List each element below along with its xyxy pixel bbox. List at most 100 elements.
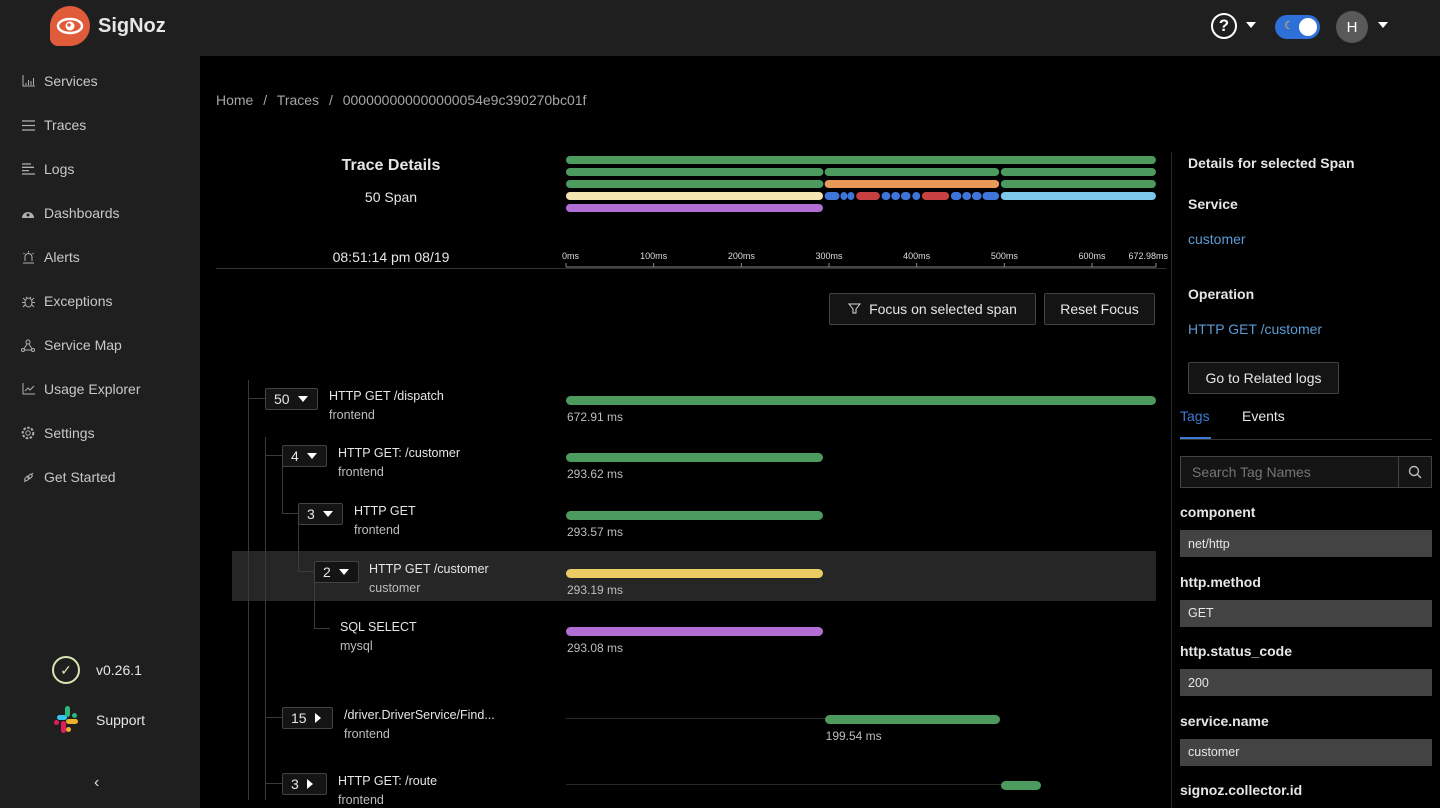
tree-line — [265, 783, 282, 784]
search-icon[interactable] — [1398, 457, 1431, 487]
sidebar-item-settings[interactable]: Settings — [20, 421, 95, 445]
tag-value: GET — [1180, 599, 1432, 627]
sidebar-item-dashboards[interactable]: Dashboards — [20, 201, 120, 225]
sidebar-item-alerts[interactable]: Alerts — [20, 245, 80, 269]
sidebar-item-label: Traces — [44, 117, 87, 133]
span-name[interactable]: /driver.DriverService/Find... — [344, 708, 495, 722]
span-duration-bar[interactable] — [1000, 781, 1041, 790]
tree-line — [314, 628, 330, 629]
breadcrumb-trace-id: 000000000000000054e9c390270bc01f — [342, 92, 587, 108]
sidebar-item-label: Usage Explorer — [44, 381, 141, 397]
minimap-span-bar — [847, 192, 855, 200]
user-dropdown-caret-icon[interactable] — [1378, 22, 1388, 28]
go-to-related-logs-button[interactable]: Go to Related logs — [1188, 362, 1339, 394]
span-name[interactable]: HTTP GET /customer — [369, 562, 489, 576]
help-dropdown-caret-icon[interactable] — [1246, 22, 1256, 28]
child-count: 3 — [291, 776, 299, 792]
span-name[interactable]: HTTP GET /dispatch — [329, 389, 444, 403]
span-expand-toggle[interactable]: 3 — [298, 503, 343, 525]
panel-divider — [1171, 152, 1172, 808]
tab-events[interactable]: Events — [1242, 408, 1285, 424]
signoz-eye-icon — [50, 6, 90, 46]
operation-label: Operation — [1188, 286, 1255, 302]
span-duration-bar[interactable] — [566, 453, 824, 462]
question-circle-icon[interactable]: ? — [1211, 13, 1237, 39]
line-chart-icon — [20, 381, 36, 397]
span-duration-bar[interactable] — [824, 715, 1000, 724]
span-count: 50 Span — [364, 189, 418, 205]
child-count: 15 — [291, 710, 307, 726]
sidebar-item-exceptions[interactable]: Exceptions — [20, 289, 112, 313]
tag-key: http.method — [1180, 573, 1261, 590]
span-service: customer — [369, 581, 421, 595]
sidebar-item-label: Alerts — [44, 249, 80, 265]
dashboard-icon — [20, 205, 36, 221]
sidebar-item-label: Exceptions — [44, 293, 113, 309]
operation-link[interactable]: HTTP GET /customer — [1188, 321, 1322, 337]
span-expand-toggle[interactable]: 4 — [282, 445, 327, 467]
minimap-span-bar — [982, 192, 1000, 200]
span-duration: 672.91 ms — [567, 410, 624, 424]
span-duration: 293.62 ms — [567, 467, 624, 481]
theme-toggle[interactable]: ☾ — [1275, 15, 1320, 39]
span-name[interactable]: HTTP GET — [354, 504, 416, 518]
child-count: 4 — [291, 448, 299, 464]
support-link[interactable]: Support — [52, 706, 145, 734]
minimap-span-bar — [566, 204, 823, 212]
timeline-tick-label: 672.98ms — [1128, 251, 1168, 261]
sidebar-item-services[interactable]: Services — [20, 69, 98, 93]
tag-search-input[interactable] — [1181, 457, 1398, 487]
tag-value: 200 — [1180, 669, 1432, 696]
minimap-span-bar — [824, 192, 840, 200]
sidebar: Services Traces Logs Dashboards Alerts E… — [0, 56, 200, 808]
child-count: 3 — [307, 506, 315, 522]
breadcrumb-traces[interactable]: Traces — [277, 92, 319, 108]
span-duration-bar[interactable] — [566, 627, 823, 636]
sidebar-item-label: Services — [44, 73, 98, 89]
tree-line — [265, 455, 282, 456]
details-title: Details for selected Span — [1188, 155, 1355, 171]
minimap-span-bar — [912, 192, 921, 200]
sidebar-item-traces[interactable]: Traces — [20, 113, 86, 137]
bug-icon — [20, 293, 36, 309]
span-expand-toggle[interactable]: 3 — [282, 773, 327, 795]
span-expand-toggle[interactable]: 15 — [282, 707, 333, 729]
timeline-tick-label: 400ms — [903, 251, 931, 261]
tab-tags[interactable]: Tags — [1180, 408, 1210, 424]
minimap-span-bar — [921, 192, 950, 200]
tree-line — [314, 582, 315, 629]
span-name[interactable]: SQL SELECT — [340, 620, 417, 634]
span-duration-bar[interactable] — [566, 396, 1156, 405]
child-count: 2 — [323, 564, 331, 580]
sidebar-item-logs[interactable]: Logs — [20, 157, 74, 181]
breadcrumb-separator: / — [263, 92, 268, 108]
timeline-tick-label: 600ms — [1079, 251, 1107, 261]
tree-line — [248, 380, 249, 800]
sidebar-item-label: Get Started — [44, 469, 116, 485]
reset-focus-button[interactable]: Reset Focus — [1044, 293, 1155, 325]
collapse-sidebar-icon[interactable]: ‹ — [94, 774, 99, 792]
api-icon — [20, 469, 36, 485]
breadcrumb-home[interactable]: Home — [216, 92, 253, 108]
top-bar: SigNoz ? ☾ H — [0, 0, 1440, 56]
sidebar-item-service-map[interactable]: Service Map — [20, 333, 122, 357]
caret-right-icon — [314, 713, 321, 723]
span-expand-toggle[interactable]: 50 — [265, 388, 318, 410]
avatar[interactable]: H — [1336, 11, 1368, 43]
focus-selected-span-button[interactable]: Focus on selected span — [829, 293, 1036, 325]
sidebar-item-get-started[interactable]: Get Started — [20, 465, 116, 489]
check-circle-icon: ✓ — [52, 656, 80, 684]
span-expand-toggle[interactable]: 2 — [314, 561, 359, 583]
span-duration-bar[interactable] — [566, 569, 824, 578]
trace-timestamp: 08:51:14 pm 08/19 — [332, 249, 450, 265]
logo[interactable]: SigNoz — [50, 6, 166, 46]
minimap-span-bar — [962, 192, 972, 200]
span-name[interactable]: HTTP GET: /route — [338, 774, 437, 788]
span-duration-bar[interactable] — [566, 511, 824, 520]
service-link[interactable]: customer — [1188, 231, 1246, 247]
span-name[interactable]: HTTP GET: /customer — [338, 446, 460, 460]
sidebar-item-usage-explorer[interactable]: Usage Explorer — [20, 377, 141, 401]
sidebar-item-label: Logs — [44, 161, 75, 177]
tree-line — [298, 524, 299, 572]
version-info[interactable]: ✓ v0.26.1 — [52, 656, 142, 684]
